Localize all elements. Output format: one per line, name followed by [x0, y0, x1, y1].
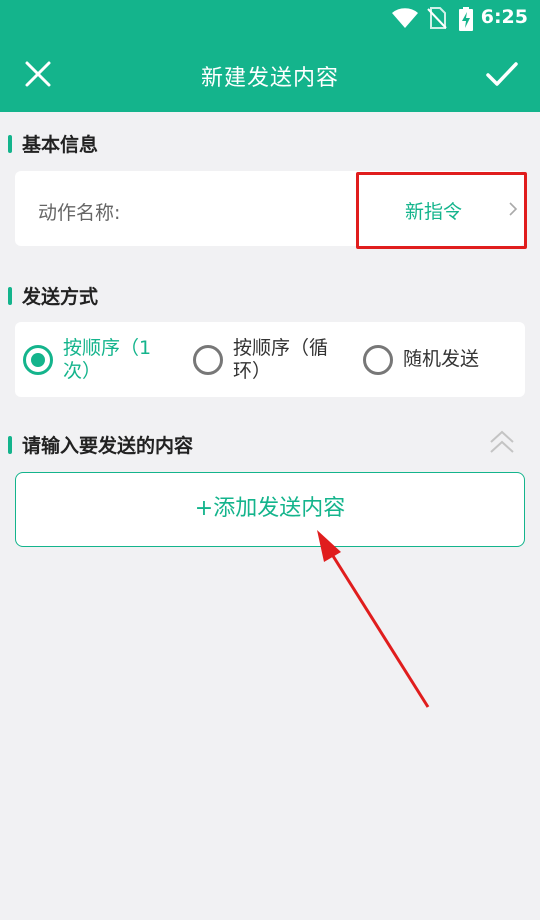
section-content: 请输入要发送的内容 [8, 431, 193, 458]
app-bar: 新建发送内容 [0, 36, 540, 112]
action-name-label: 动作名称: [38, 202, 121, 224]
check-icon [486, 62, 518, 86]
radio-sequential-once[interactable]: 按顺序（1次） [23, 322, 183, 397]
add-content-button[interactable]: +添加发送内容 [15, 472, 525, 547]
action-name-selector[interactable]: 新指令 [360, 171, 525, 246]
status-bar: 6:25 [0, 0, 540, 36]
battery-charging-icon [459, 7, 473, 31]
section-basic-info-title: 基本信息 [22, 134, 99, 156]
radio-checked-icon [23, 345, 53, 375]
action-name-value: 新指令 [405, 201, 463, 223]
section-send-mode: 发送方式 [8, 282, 98, 309]
radio-unchecked-icon [193, 345, 223, 375]
radio-label: 按顺序（1次） [63, 337, 152, 382]
section-content-title: 请输入要发送的内容 [22, 435, 194, 457]
chevron-right-icon [509, 202, 518, 216]
send-mode-card: 按顺序（1次） 按顺序（循环） 随机发送 [15, 322, 525, 397]
double-chevron-up-icon [490, 430, 514, 453]
radio-label: 随机发送 [403, 348, 480, 370]
collapse-button[interactable] [488, 428, 516, 458]
section-accent-bar [8, 134, 12, 153]
radio-label: 按顺序（循环） [233, 337, 329, 382]
radio-unchecked-icon [363, 345, 393, 375]
status-time: 6:25 [480, 6, 528, 28]
confirm-button[interactable] [484, 58, 520, 90]
section-accent-bar [8, 435, 12, 454]
action-name-card: 动作名称: 新指令 [15, 171, 525, 246]
no-sim-icon [427, 7, 447, 29]
radio-random[interactable]: 随机发送 [363, 322, 513, 397]
radio-sequential-loop[interactable]: 按顺序（循环） [193, 322, 353, 397]
wifi-icon [392, 8, 418, 28]
page-title: 新建发送内容 [200, 66, 339, 91]
section-accent-bar [8, 286, 12, 305]
section-basic-info: 基本信息 [8, 130, 98, 157]
section-send-mode-title: 发送方式 [22, 286, 99, 308]
